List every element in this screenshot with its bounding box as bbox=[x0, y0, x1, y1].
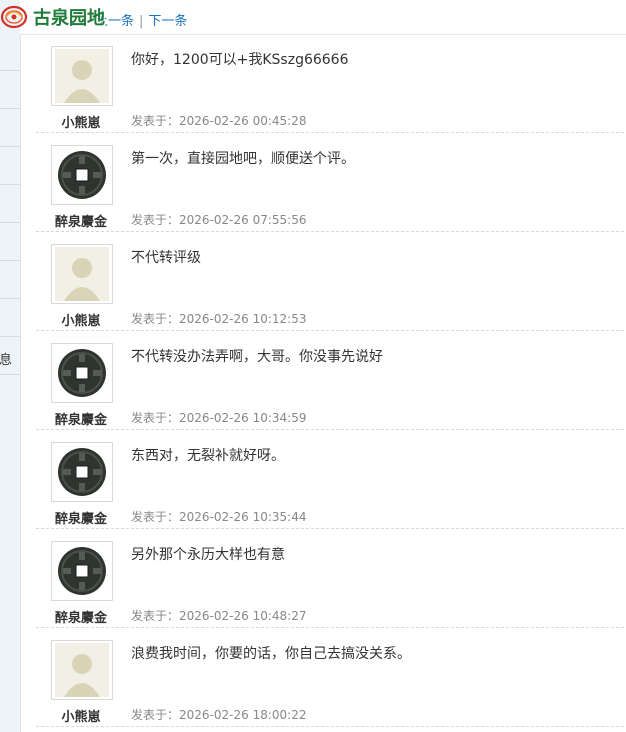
post-timestamp: 2026-02-26 00:45:28 bbox=[179, 114, 307, 128]
post-timestamp: 2026-02-26 18:00:22 bbox=[179, 708, 307, 722]
username[interactable]: 醉泉麖金 bbox=[36, 508, 126, 527]
comment-item: 醉泉麖金 东西对，无裂补就好呀。 发表于：2026-02-26 10:35:44 bbox=[36, 430, 624, 529]
sidebar-divider bbox=[0, 108, 20, 109]
logo-swirl-icon bbox=[0, 5, 28, 29]
comment-item: 醉泉麖金 不代转没办法弄啊，大哥。你没事先说好 发表于：2026-02-26 1… bbox=[36, 331, 624, 430]
sidebar-divider bbox=[0, 298, 20, 299]
posted-at-label: 发表于： bbox=[131, 609, 180, 623]
comment-item: 醉泉麖金 另外那个永历大样也有意 发表于：2026-02-26 10:48:27 bbox=[36, 529, 624, 628]
logo-text: 古泉园地 bbox=[33, 8, 105, 28]
default-avatar-icon bbox=[55, 49, 109, 103]
post-meta: 发表于：2026-02-26 18:00:22 bbox=[131, 706, 306, 723]
sidebar-divider bbox=[0, 260, 20, 261]
username[interactable]: 醉泉麖金 bbox=[36, 409, 126, 428]
posted-at-label: 发表于： bbox=[131, 411, 180, 425]
comment-item: 小熊崽 不代转评级 发表于：2026-02-26 10:12:53 bbox=[36, 232, 624, 331]
posted-at-label: 发表于： bbox=[131, 213, 180, 227]
user-avatar[interactable] bbox=[51, 343, 113, 403]
post-timestamp: 2026-02-26 10:12:53 bbox=[179, 312, 307, 326]
post-timestamp: 2026-02-26 10:35:44 bbox=[179, 510, 307, 524]
username[interactable]: 小熊崽 bbox=[36, 706, 126, 725]
sidebar-item-label[interactable]: 息 bbox=[0, 349, 12, 368]
default-avatar-icon bbox=[55, 643, 109, 697]
comment-text: 不代转没办法弄啊，大哥。你没事先说好 bbox=[131, 349, 383, 365]
posted-at-label: 发表于： bbox=[131, 510, 180, 524]
posted-at-label: 发表于： bbox=[131, 114, 180, 128]
post-meta: 发表于：2026-02-26 00:45:28 bbox=[131, 112, 306, 129]
post-meta: 发表于：2026-02-26 10:35:44 bbox=[131, 508, 306, 525]
comment-item: 醉泉麖金 第一次，直接园地吧，顺便送个评。 发表于：2026-02-26 07:… bbox=[36, 133, 624, 232]
comment-item: 小熊崽 浪费我时间，你要的话，你自己去搞没关系。 发表于：2026-02-26 … bbox=[36, 628, 624, 727]
comment-list: 小熊崽 你好，1200可以+我KSszg66666 发表于：2026-02-26… bbox=[36, 34, 624, 727]
comment-text: 浪费我时间，你要的话，你自己去搞没关系。 bbox=[131, 646, 411, 662]
user-avatar[interactable] bbox=[51, 541, 113, 601]
left-sidebar: 息 bbox=[0, 0, 21, 732]
nav-separator: | bbox=[139, 14, 144, 29]
comment-text: 不代转评级 bbox=[131, 250, 201, 266]
post-meta: 发表于：2026-02-26 10:12:53 bbox=[131, 310, 306, 327]
user-avatar[interactable] bbox=[51, 145, 113, 205]
user-avatar[interactable] bbox=[51, 640, 113, 700]
comment-text: 另外那个永历大样也有意 bbox=[131, 547, 285, 563]
post-timestamp: 2026-02-26 10:48:27 bbox=[179, 609, 307, 623]
post-navigation: 上一条 | 下一条 bbox=[95, 10, 187, 29]
posted-at-label: 发表于： bbox=[131, 708, 180, 722]
username[interactable]: 醉泉麖金 bbox=[36, 211, 126, 230]
user-avatar[interactable] bbox=[51, 46, 113, 106]
sidebar-divider bbox=[0, 222, 20, 223]
comment-text: 你好，1200可以+我KSszg66666 bbox=[131, 52, 349, 68]
post-timestamp: 2026-02-26 10:34:59 bbox=[179, 411, 307, 425]
site-logo[interactable]: 古泉园地 bbox=[0, 5, 105, 29]
sidebar-divider bbox=[0, 336, 20, 337]
comment-item: 小熊崽 你好，1200可以+我KSszg66666 发表于：2026-02-26… bbox=[36, 34, 624, 133]
posted-at-label: 发表于： bbox=[131, 312, 180, 326]
sidebar-divider bbox=[0, 374, 20, 375]
user-avatar[interactable] bbox=[51, 244, 113, 304]
username[interactable]: 小熊崽 bbox=[36, 112, 126, 131]
username[interactable]: 小熊崽 bbox=[36, 310, 126, 329]
post-meta: 发表于：2026-02-26 07:55:56 bbox=[131, 211, 306, 228]
username[interactable]: 醉泉麖金 bbox=[36, 607, 126, 626]
comment-text: 东西对，无裂补就好呀。 bbox=[131, 448, 285, 464]
coin-avatar-icon bbox=[55, 148, 109, 202]
sidebar-divider bbox=[0, 70, 20, 71]
post-timestamp: 2026-02-26 07:55:56 bbox=[179, 213, 307, 227]
default-avatar-icon bbox=[55, 247, 109, 301]
coin-avatar-icon bbox=[55, 445, 109, 499]
coin-avatar-icon bbox=[55, 544, 109, 598]
post-meta: 发表于：2026-02-26 10:34:59 bbox=[131, 409, 306, 426]
user-avatar[interactable] bbox=[51, 442, 113, 502]
sidebar-divider bbox=[0, 184, 20, 185]
next-post-link[interactable]: 下一条 bbox=[148, 14, 187, 29]
sidebar-divider bbox=[0, 146, 20, 147]
coin-avatar-icon bbox=[55, 346, 109, 400]
comment-text: 第一次，直接园地吧，顺便送个评。 bbox=[131, 151, 355, 167]
post-meta: 发表于：2026-02-26 10:48:27 bbox=[131, 607, 306, 624]
